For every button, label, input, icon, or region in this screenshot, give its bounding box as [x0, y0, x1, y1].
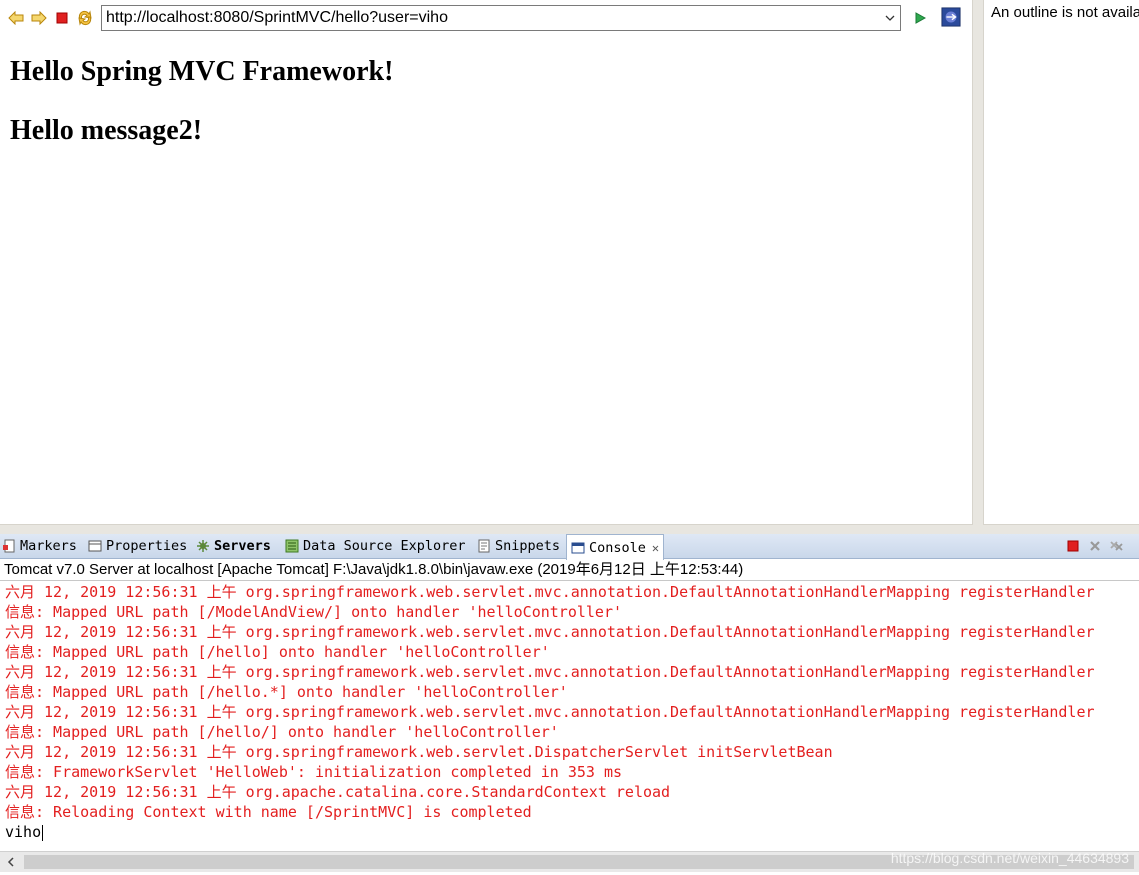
bottom-panel: Markers Properties Servers Data Source E… [0, 534, 1139, 875]
console-input-text: viho [5, 823, 42, 841]
refresh-icon[interactable] [75, 8, 95, 28]
horizontal-scrollbar[interactable]: https://blog.csdn.net/weixin_44634893 [0, 850, 1139, 872]
snippets-icon [477, 539, 491, 553]
watermark: https://blog.csdn.net/weixin_44634893 [890, 850, 1129, 866]
eclipse-browser-icon[interactable] [941, 7, 961, 27]
text-caret [42, 824, 44, 841]
console-title: Tomcat v7.0 Server at localhost [Apache … [0, 559, 1139, 581]
page-content: Hello Spring MVC Framework! Hello messag… [10, 56, 960, 174]
console-line: 信息: Mapped URL path [/ModelAndView/] ont… [5, 603, 622, 621]
tab-label: Data Source Explorer [303, 538, 466, 554]
tab-data-source-explorer[interactable]: Data Source Explorer [285, 534, 466, 558]
remove-launch-icon[interactable] [1087, 538, 1103, 554]
data-source-icon [285, 539, 299, 553]
outline-message: An outline is not available. [991, 4, 1139, 21]
url-input[interactable] [102, 6, 880, 30]
tab-label: Servers [214, 538, 271, 554]
terminate-icon[interactable] [1065, 538, 1081, 554]
back-icon[interactable] [6, 8, 26, 28]
close-icon[interactable]: ✕ [652, 541, 659, 555]
console-line: 六月 12, 2019 12:56:31 上午 org.apache.catal… [5, 783, 671, 801]
outline-pane: An outline is not available. [983, 0, 1139, 525]
console-line: 信息: Mapped URL path [/hello/] onto handl… [5, 723, 559, 741]
tab-label: Markers [20, 538, 77, 554]
url-bar[interactable] [101, 5, 901, 31]
console-line: 信息: FrameworkServlet 'HelloWeb': initial… [5, 763, 622, 781]
servers-icon [196, 539, 210, 553]
tab-label: Console [589, 539, 646, 556]
markers-icon [2, 539, 16, 553]
console-output[interactable]: 六月 12, 2019 12:56:31 上午 org.springframew… [0, 582, 1139, 852]
go-icon[interactable] [910, 8, 930, 28]
console-line: 六月 12, 2019 12:56:31 上午 org.springframew… [5, 743, 833, 761]
tab-properties[interactable]: Properties [88, 534, 187, 558]
console-line: 六月 12, 2019 12:56:31 上午 org.springframew… [5, 583, 1095, 601]
console-line: 信息: Reloading Context with name [/Sprint… [5, 803, 532, 821]
console-line: 信息: Mapped URL path [/hello.*] onto hand… [5, 683, 568, 701]
page-heading-2: Hello message2! [10, 115, 203, 147]
properties-icon [88, 539, 102, 553]
console-line: 六月 12, 2019 12:56:31 上午 org.springframew… [5, 703, 1095, 721]
tab-console[interactable]: Console ✕ [566, 534, 665, 560]
forward-icon[interactable] [29, 8, 49, 28]
tab-label: Properties [106, 538, 188, 554]
tab-snippets[interactable]: Snippets [477, 534, 560, 558]
tab-servers[interactable]: Servers [196, 534, 271, 558]
console-line: 六月 12, 2019 12:56:31 上午 org.springframew… [5, 623, 1095, 641]
browser-pane: Hello Spring MVC Framework! Hello messag… [0, 0, 973, 525]
console-icon [571, 541, 585, 555]
browser-toolbar [0, 0, 972, 38]
chevron-left-icon[interactable] [2, 853, 20, 871]
console-line: 六月 12, 2019 12:56:31 上午 org.springframew… [5, 663, 1095, 681]
console-input-line[interactable]: viho [0, 822, 1139, 842]
console-line: 信息: Mapped URL path [/hello] onto handle… [5, 643, 550, 661]
panel-tabbar: Markers Properties Servers Data Source E… [0, 534, 1139, 560]
stop-icon[interactable] [52, 8, 72, 28]
page-heading-1: Hello Spring MVC Framework! [10, 56, 394, 87]
tab-label: Snippets [495, 538, 561, 554]
remove-all-terminated-icon[interactable] [1109, 538, 1125, 554]
tab-markers[interactable]: Markers [2, 534, 77, 558]
chevron-down-icon[interactable] [880, 7, 900, 29]
